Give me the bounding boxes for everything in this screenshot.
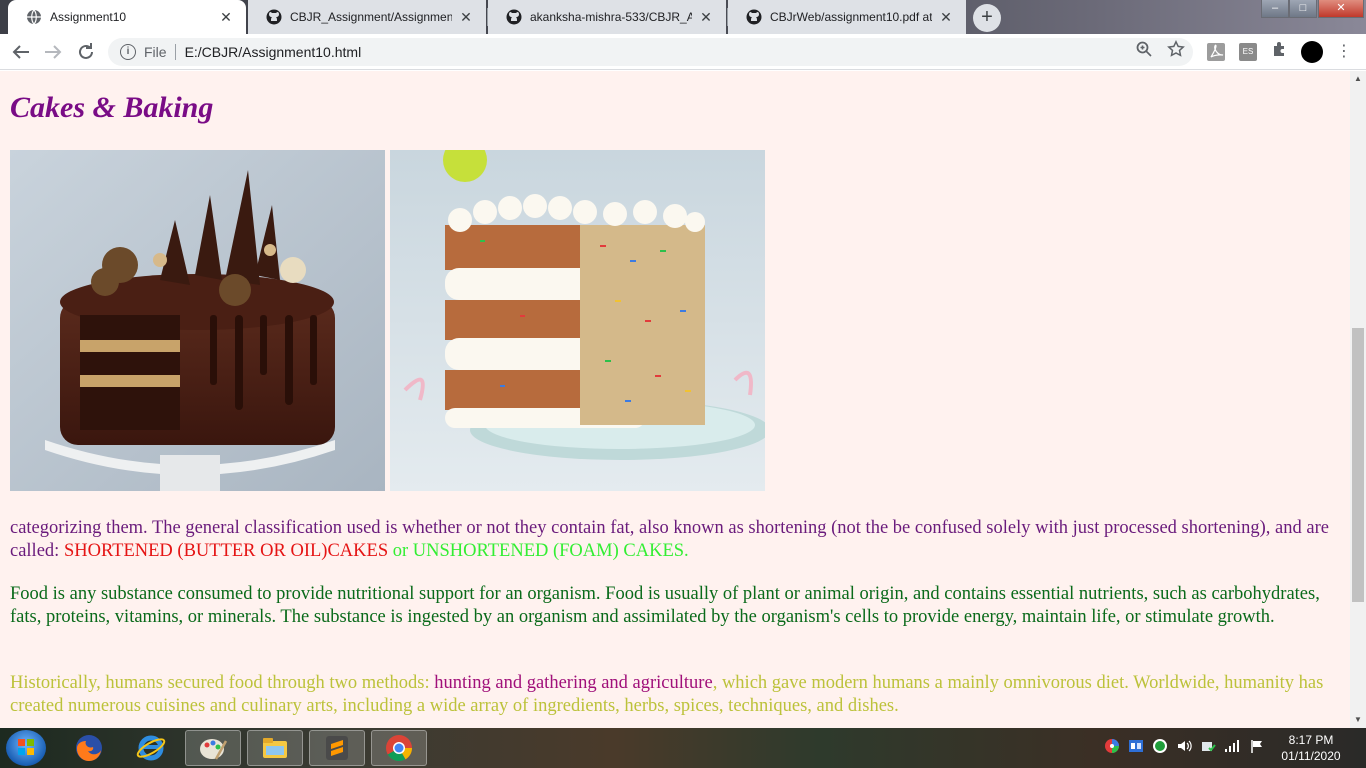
- funfetti-cake-image: [390, 150, 765, 491]
- tab-label: akanksha-mishra-533/CBJR_Assig: [530, 10, 692, 24]
- puzzle-icon: [1274, 42, 1284, 56]
- clock-date: 01/11/2020: [1281, 749, 1341, 763]
- scheme-label: File: [144, 44, 167, 60]
- close-tab-icon[interactable]: ✕: [458, 9, 474, 26]
- tab-strip: Assignment10 ✕ CBJR_Assignment/Assignmen…: [0, 0, 1366, 34]
- address-bar[interactable]: i File E:/CBJR/Assignment10.html: [108, 38, 1193, 66]
- new-tab-button[interactable]: +: [973, 4, 1001, 32]
- chocolate-cake-image: [10, 150, 385, 491]
- taskbar-firefox[interactable]: [61, 730, 117, 766]
- volume-tray-icon[interactable]: [1176, 738, 1192, 754]
- omnibox-divider: [174, 44, 176, 60]
- close-tab-icon[interactable]: ✕: [218, 9, 234, 26]
- close-window-button[interactable]: ✕: [1318, 0, 1364, 18]
- es-extension-icon[interactable]: ES: [1239, 43, 1257, 61]
- color-wheel-tray-icon[interactable]: [1104, 738, 1120, 754]
- tab-label: CBJrWeb/assignment10.pdf at m: [770, 10, 932, 24]
- close-tab-icon[interactable]: ✕: [698, 9, 714, 26]
- tab-assignment10[interactable]: Assignment10 ✕: [8, 0, 246, 34]
- paint-icon: [200, 739, 228, 760]
- signal-strength-tray-icon[interactable]: [1224, 738, 1240, 754]
- browser-toolbar: i File E:/CBJR/Assignment10.html ES ⋮: [0, 34, 1366, 70]
- reload-icon: [79, 43, 93, 59]
- extensions-button[interactable]: [1269, 40, 1291, 62]
- tab-cbjr-assignment[interactable]: CBJR_Assignment/Assignment10 ✕: [248, 0, 486, 34]
- shortened-cakes-text: SHORTENED (BUTTER OR OIL)CAKES: [63, 541, 389, 561]
- taskbar-internet-explorer[interactable]: [123, 730, 179, 766]
- github-icon: [506, 9, 522, 25]
- tab-label: CBJR_Assignment/Assignment10: [290, 10, 452, 24]
- hunting-agriculture-text: hunting and gathering and agriculture: [434, 673, 713, 693]
- tab-akanksha-repo[interactable]: akanksha-mishra-533/CBJR_Assig ✕: [488, 0, 726, 34]
- github-icon: [266, 9, 282, 25]
- firefox-icon: [76, 735, 102, 762]
- site-info-icon[interactable]: i: [120, 44, 136, 60]
- paragraph-food-definition: Food is any substance consumed to provid…: [10, 584, 1320, 627]
- zoom-button[interactable]: [1133, 40, 1155, 62]
- paragraph-food-history: Historically, humans secured food throug…: [10, 672, 1340, 718]
- scroll-up-arrow-icon[interactable]: ▲: [1350, 71, 1366, 87]
- sublime-text-icon: [326, 736, 348, 760]
- file-explorer-icon: [263, 738, 287, 758]
- globe-icon: [27, 9, 41, 25]
- maximize-button[interactable]: □: [1289, 0, 1317, 18]
- tab-label: Assignment10: [50, 10, 127, 24]
- acrobat-extension-icon[interactable]: [1207, 43, 1225, 61]
- url-text[interactable]: E:/CBJR/Assignment10.html: [185, 44, 362, 60]
- security-tray-icon[interactable]: [1200, 738, 1216, 754]
- browser-menu-button[interactable]: ⋮: [1334, 40, 1354, 64]
- action-center-flag-icon[interactable]: [1249, 738, 1265, 754]
- tab-cbjrweb-pdf[interactable]: CBJrWeb/assignment10.pdf at m ✕: [728, 0, 966, 34]
- profile-avatar[interactable]: [1301, 41, 1323, 63]
- page-title: Cakes & Baking: [10, 91, 214, 124]
- close-tab-icon[interactable]: ✕: [938, 9, 954, 26]
- taskbar-sublime-text[interactable]: [309, 730, 365, 766]
- taskbar-paint[interactable]: [185, 730, 241, 766]
- whatsapp-tray-icon[interactable]: [1152, 738, 1168, 754]
- unshortened-cakes-text: or UNSHORTENED (FOAM) CAKES.: [388, 541, 689, 561]
- internet-explorer-icon: [136, 735, 166, 761]
- minimize-button[interactable]: –: [1261, 0, 1289, 18]
- star-icon: [1167, 40, 1185, 57]
- paragraph-cake-classification: categorizing them. The general classific…: [10, 517, 1340, 563]
- p3-lead-text: Historically, humans secured food throug…: [10, 673, 435, 693]
- network-monitor-tray-icon[interactable]: [1128, 738, 1144, 754]
- scroll-thumb[interactable]: [1352, 328, 1364, 602]
- bookmark-button[interactable]: [1165, 40, 1187, 62]
- windows-taskbar: 8:17 PM 01/11/2020: [0, 728, 1366, 768]
- github-icon: [746, 9, 762, 25]
- back-button[interactable]: [9, 40, 33, 64]
- forward-arrow-icon: [45, 45, 62, 59]
- back-arrow-icon: [12, 45, 29, 59]
- start-button[interactable]: [6, 730, 46, 766]
- taskbar-file-explorer[interactable]: [247, 730, 303, 766]
- page-viewport: Cakes & Baking categorizing them. The ge…: [0, 71, 1350, 728]
- page-scrollbar[interactable]: ▲ ▼: [1350, 71, 1366, 728]
- reload-button[interactable]: [74, 40, 98, 64]
- taskbar-clock[interactable]: 8:17 PM 01/11/2020: [1274, 732, 1348, 764]
- windows-logo-icon: [18, 739, 34, 755]
- scroll-down-arrow-icon[interactable]: ▼: [1350, 712, 1366, 728]
- taskbar-chrome[interactable]: [371, 730, 427, 766]
- chrome-icon: [386, 735, 413, 762]
- zoom-icon: [1136, 41, 1152, 57]
- clock-time: 8:17 PM: [1288, 733, 1334, 747]
- forward-button[interactable]: [41, 40, 65, 64]
